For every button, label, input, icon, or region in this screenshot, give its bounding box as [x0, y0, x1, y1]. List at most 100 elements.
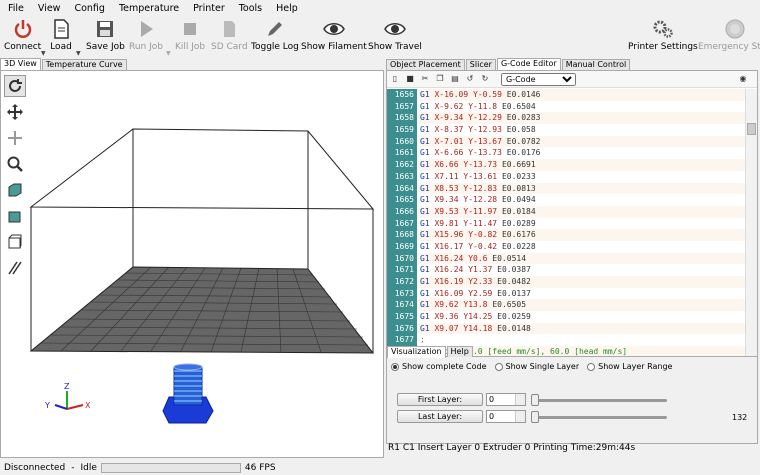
isometric-view-icon[interactable] — [4, 179, 26, 201]
radio-show-single-layer[interactable]: Show Single Layer — [494, 362, 579, 371]
parallel-projection-icon[interactable] — [4, 257, 26, 279]
3d-view-canvas[interactable]: Z X Y — [0, 70, 384, 458]
tab-gcode-editor[interactable]: G-Code Editor — [496, 58, 561, 70]
toggle-log-button[interactable]: Toggle Log — [251, 18, 299, 52]
code-text: G1 X9.81 Y-11.47 E0.0289 — [420, 218, 536, 228]
code-text: G1 X-9.34 Y-12.29 E0.0283 — [417, 112, 745, 125]
code-line[interactable]: 1661 G1 X-6.66 Y-13.73 E0.0176 — [387, 147, 745, 160]
radio-show-complete-code[interactable]: Show complete Code — [391, 362, 487, 371]
emergency-stop-button[interactable]: Emergency Stop — [698, 18, 760, 52]
code-text: G1 X9.62 Y13.8 E0.6505 — [417, 299, 745, 312]
tab-visualization[interactable]: Visualization — [387, 346, 446, 358]
run-dropdown-icon[interactable]: ▼ — [166, 50, 171, 57]
code-line[interactable]: 1677; — [387, 334, 745, 347]
save-job-button[interactable]: Save Job — [86, 18, 125, 52]
code-line[interactable]: 1673 G1 X16.09 Y2.59 E0.0137 — [387, 287, 745, 300]
line-number: 1669 — [387, 240, 417, 253]
zoom-icon[interactable] — [4, 153, 26, 175]
code-text: G1 X16.24 Y0.6 E0.0514 — [417, 252, 745, 265]
code-line[interactable]: 1668 G1 X15.96 Y-0.82 E0.6176 — [387, 229, 745, 241]
first-layer-slider[interactable] — [537, 399, 667, 402]
tab-temperature-curve[interactable]: Temperature Curve — [41, 59, 127, 70]
code-line[interactable]: 1672 G1 X16.19 Y2.33 E0.0482 — [387, 276, 745, 288]
paste-icon[interactable]: ▤ — [450, 74, 460, 84]
code-line[interactable]: 1656 G1 X-16.09 Y-0.59 E0.0146 — [387, 89, 745, 101]
top-view-icon[interactable] — [4, 231, 26, 253]
menu-printer[interactable]: Printer — [193, 3, 225, 14]
printer-settings-button[interactable]: Printer Settings — [628, 18, 698, 52]
code-line[interactable]: 1665 G1 X9.34 Y-12.28 E0.0494 — [387, 194, 745, 206]
line-number: 1673 — [387, 287, 417, 300]
tab-object-placement[interactable]: Object Placement — [386, 59, 465, 70]
code-line[interactable]: 1660 G1 X-7.01 Y-13.67 E0.0782 — [387, 135, 745, 148]
last-layer-button[interactable]: Last Layer: — [397, 410, 483, 423]
menu-file[interactable]: File — [8, 3, 24, 14]
code-line[interactable]: 1669 G1 X16.17 Y-0.42 E0.0228 — [387, 240, 745, 253]
menu-view[interactable]: View — [38, 3, 61, 14]
front-view-icon[interactable] — [4, 205, 26, 227]
menu-help[interactable]: Help — [276, 3, 298, 14]
code-text: G1 X-6.66 Y-13.73 E0.0176 — [420, 148, 541, 158]
code-line[interactable]: 1658 G1 X-9.34 Y-12.29 E0.0283 — [387, 112, 745, 125]
last-layer-slider[interactable] — [537, 416, 667, 419]
sd-card-button[interactable]: SD Card — [211, 18, 248, 52]
emergency-stop-icon — [725, 19, 745, 39]
first-layer-spinbox[interactable]: 0 — [486, 393, 526, 406]
tab-help[interactable]: Help — [446, 346, 473, 357]
menu-tools[interactable]: Tools — [239, 3, 262, 14]
copy-icon[interactable]: ❐ — [435, 74, 445, 84]
line-number: 1661 — [387, 147, 417, 160]
vertical-scrollbar[interactable] — [745, 89, 757, 397]
code-text: G1 X9.34 Y-12.28 E0.0494 — [420, 195, 536, 205]
rotate-icon[interactable] — [4, 75, 26, 97]
last-layer-slider-knob[interactable] — [531, 411, 539, 423]
line-number: 1677 — [387, 334, 417, 347]
tab-3d-view[interactable]: 3D View — [0, 58, 41, 70]
tab-slicer[interactable]: Slicer — [465, 59, 496, 70]
load-dropdown-icon[interactable]: ▼ — [76, 50, 81, 57]
move-object-icon[interactable] — [4, 127, 26, 149]
code-line[interactable]: 1671 G1 X16.24 Y1.37 E0.0387 — [387, 264, 745, 276]
save-icon[interactable]: ■ — [405, 74, 415, 84]
first-layer-slider-knob[interactable] — [531, 394, 539, 406]
show-travel-button[interactable]: Show Travel — [368, 18, 422, 52]
svg-text:X: X — [85, 401, 91, 410]
line-number: 1656 — [387, 89, 417, 101]
first-layer-button[interactable]: First Layer: — [397, 393, 483, 406]
code-line[interactable]: 1663 G1 X7.11 Y-13.61 E0.0233 — [387, 170, 745, 183]
radio-show-layer-range[interactable]: Show Layer Range — [587, 362, 672, 371]
show-filament-button[interactable]: Show Filament — [301, 18, 367, 52]
redo-icon[interactable]: ↻ — [480, 74, 490, 84]
code-line[interactable]: 1675 G1 X9.36 Y14.25 E0.0259 — [387, 311, 745, 323]
connect-dropdown-icon[interactable]: ▼ — [41, 50, 46, 57]
new-file-icon[interactable]: ▯ — [390, 74, 400, 84]
eye-icon[interactable]: ◉ — [738, 74, 748, 84]
code-text: G1 X7.11 Y-13.61 E0.0233 — [420, 171, 536, 181]
printer-state: Idle — [80, 462, 97, 473]
code-line[interactable]: 1664 G1 X8.53 Y-12.83 E0.0813 — [387, 182, 745, 195]
tab-manual-control[interactable]: Manual Control — [561, 59, 631, 70]
code-line[interactable]: 1674 G1 X9.62 Y13.8 E0.6505 — [387, 299, 745, 312]
kill-job-button[interactable]: Kill Job — [175, 18, 205, 52]
code-line[interactable]: 1666 G1 X9.53 Y-11.97 E0.0184 — [387, 205, 745, 218]
last-layer-spinbox[interactable]: 0 — [486, 410, 526, 423]
run-job-button[interactable]: Run Job — [129, 18, 163, 52]
gcode-mode-select[interactable]: G-Code — [501, 72, 576, 86]
connect-button[interactable]: Connect — [4, 18, 41, 52]
code-line[interactable]: 1659 G1 X-8.37 Y-12.93 E0.058 — [387, 124, 745, 136]
line-number: 1660 — [387, 135, 417, 148]
line-number: 1664 — [387, 182, 417, 195]
code-line[interactable]: 1662 G1 X6.66 Y-13.73 E0.6691 — [387, 159, 745, 171]
code-line[interactable]: 1667 G1 X9.81 Y-11.47 E0.0289 — [387, 217, 745, 230]
code-line[interactable]: 1670 G1 X16.24 Y0.6 E0.0514 — [387, 252, 745, 265]
move-icon[interactable] — [4, 101, 26, 123]
undo-icon[interactable]: ↺ — [465, 74, 475, 84]
menu-config[interactable]: Config — [74, 3, 104, 14]
line-number: 1672 — [387, 276, 417, 288]
cut-icon[interactable]: ✂ — [420, 74, 430, 84]
menu-temperature[interactable]: Temperature — [119, 3, 179, 14]
code-line[interactable]: 1657 G1 X-9.62 Y-11.8 E0.6504 — [387, 100, 745, 113]
load-button[interactable]: Load — [50, 18, 72, 52]
code-line[interactable]: 1676 G1 X9.07 Y14.18 E0.0148 — [387, 322, 745, 335]
code-text: G1 X16.19 Y2.33 E0.0482 — [417, 276, 745, 288]
